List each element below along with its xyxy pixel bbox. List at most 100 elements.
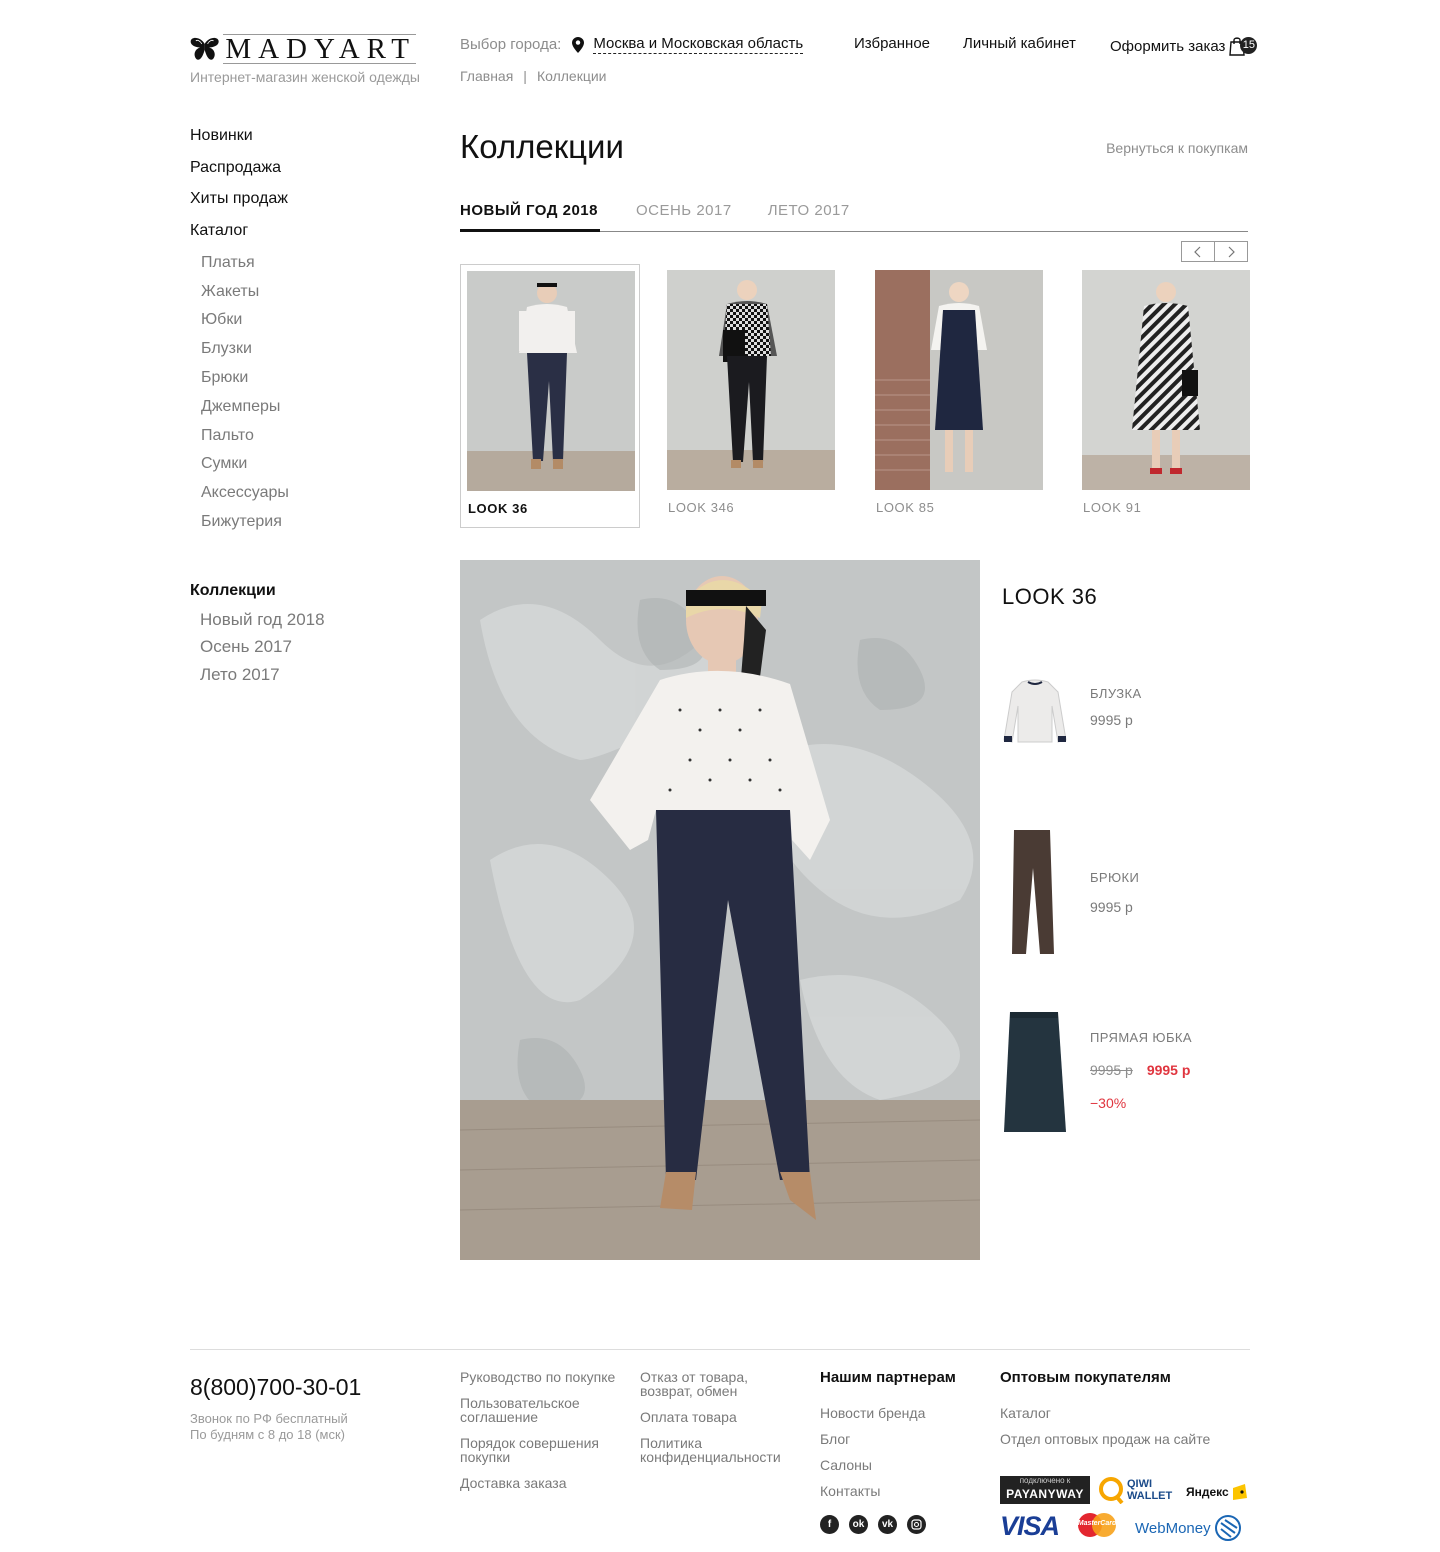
- look-card[interactable]: LOOK 346: [661, 264, 841, 528]
- product-name[interactable]: БРЮКИ: [1090, 870, 1139, 885]
- chevron-left-icon[interactable]: [1182, 242, 1214, 261]
- footer-link[interactable]: Каталог: [1000, 1406, 1250, 1420]
- footer-link[interactable]: Отказ от товара, возврат, обмен: [640, 1370, 800, 1398]
- footer-link[interactable]: Отдел оптовых продаж на сайте: [1000, 1432, 1250, 1446]
- sidebar-item-coats[interactable]: Пальто: [190, 426, 430, 455]
- breadcrumb-home[interactable]: Главная: [460, 68, 513, 84]
- sidebar-item-jumpers[interactable]: Джемперы: [190, 397, 430, 426]
- back-to-shopping-link[interactable]: Вернуться к покупкам: [1106, 140, 1248, 156]
- product-trousers[interactable]: БРЮКИ 9995 р: [1000, 828, 1250, 958]
- tab-summer-2017[interactable]: ЛЕТО 2017: [768, 200, 850, 232]
- breadcrumb-separator: |: [523, 68, 527, 84]
- sidebar-item-trousers[interactable]: Брюки: [190, 368, 430, 397]
- product-straight-skirt[interactable]: ПРЯМАЯ ЮБКА 9995 р 9995 р −30%: [1000, 1008, 1250, 1138]
- sidebar-item-sale[interactable]: Распродажа: [190, 158, 430, 190]
- footer-link[interactable]: Новости бренда: [820, 1406, 980, 1420]
- tab-autumn-2017[interactable]: ОСЕНЬ 2017: [636, 200, 732, 232]
- footer-heading[interactable]: Нашим партнерам: [820, 1370, 980, 1386]
- collection-tabs: НОВЫЙ ГОД 2018 ОСЕНЬ 2017 ЛЕТО 2017: [460, 200, 1248, 232]
- yandex-money-logo: Яндекс: [1186, 1482, 1249, 1502]
- footer-link[interactable]: Салоны: [820, 1458, 980, 1472]
- footer-link[interactable]: Оплата товара: [640, 1410, 800, 1424]
- qiwi-text: QIWI WALLET: [1127, 1478, 1173, 1502]
- sidebar-item-bags[interactable]: Сумки: [190, 454, 430, 483]
- footer-link[interactable]: Доставка заказа: [460, 1476, 620, 1490]
- tagline: Интернет-магазин женской одежды: [190, 69, 420, 85]
- footer-link[interactable]: Политика конфиденциальности: [640, 1436, 800, 1464]
- footer-col-wholesale: Оптовым покупателям Каталог Отдел оптовы…: [1000, 1370, 1250, 1458]
- visa-logo: VISA: [1000, 1511, 1060, 1541]
- payanyway-logo: подключено к PAYANYWAY: [1000, 1476, 1090, 1504]
- sidebar-collection-autumn2017[interactable]: Осень 2017: [190, 637, 430, 665]
- sidebar-item-new[interactable]: Новинки: [190, 126, 430, 158]
- look-label: LOOK 346: [668, 500, 735, 515]
- webmoney-text: WebMoney: [1135, 1519, 1211, 1537]
- sidebar-item-accessories[interactable]: Аксессуары: [190, 483, 430, 512]
- mastercard-text: MasterCard: [1077, 1520, 1117, 1527]
- sidebar-item-skirts[interactable]: Юбки: [190, 310, 430, 339]
- product-blouse[interactable]: БЛУЗКА 9995 р: [1000, 678, 1250, 748]
- look-label: LOOK 91: [1083, 500, 1142, 515]
- footer-divider: [190, 1349, 1250, 1350]
- globe-icon: [1214, 1515, 1241, 1541]
- footer-link[interactable]: Контакты: [820, 1484, 980, 1498]
- sidebar-item-blouses[interactable]: Блузки: [190, 339, 430, 368]
- product-price: 9995 р: [1090, 712, 1133, 728]
- qiwi-logo: QIWI WALLET: [1098, 1476, 1175, 1504]
- look-thumbnail: [467, 271, 635, 491]
- footer-link[interactable]: Блог: [820, 1432, 980, 1446]
- look-thumbnail: [875, 270, 1043, 490]
- footer-link[interactable]: Порядок совершения покупки: [460, 1436, 620, 1464]
- breadcrumb: Главная | Коллекции: [460, 68, 606, 84]
- product-name[interactable]: БЛУЗКА: [1090, 686, 1142, 701]
- cabinet-link[interactable]: Личный кабинет: [963, 35, 1076, 52]
- footer-col-partners: Нашим партнерам Новости бренда Блог Сало…: [820, 1370, 980, 1510]
- mastercard-logo: MasterCard: [1076, 1512, 1118, 1538]
- look-label: LOOK 85: [876, 500, 935, 515]
- logo[interactable]: MADYART Интернет-магазин женской одежды: [190, 32, 420, 85]
- city-selector[interactable]: Выбор города: Москва и Московская област…: [460, 35, 804, 54]
- webmoney-logo: WebMoney: [1135, 1515, 1241, 1541]
- city-value[interactable]: Москва и Московская область: [593, 35, 804, 54]
- page-title: Коллекции: [460, 128, 624, 165]
- breadcrumb-current[interactable]: Коллекции: [537, 68, 607, 84]
- footer-link[interactable]: Руководство по покупке: [460, 1370, 620, 1384]
- tab-new-year-2018[interactable]: НОВЫЙ ГОД 2018: [460, 200, 600, 232]
- sidebar-item-catalog[interactable]: Каталог: [190, 221, 430, 253]
- vk-icon[interactable]: vk: [878, 1515, 897, 1534]
- instagram-icon[interactable]: [907, 1515, 926, 1534]
- favorites-link[interactable]: Избранное: [854, 35, 930, 52]
- chevron-right-icon[interactable]: [1214, 242, 1247, 261]
- look-card[interactable]: LOOK 91: [1076, 264, 1256, 528]
- facebook-icon[interactable]: f: [820, 1515, 839, 1534]
- cart-count-badge: 15: [1240, 37, 1258, 54]
- product-name[interactable]: ПРЯМАЯ ЮБКА: [1090, 1030, 1192, 1045]
- sidebar-item-jewelry[interactable]: Бижутерия: [190, 512, 430, 541]
- current-look-title: LOOK 36: [1002, 584, 1098, 609]
- sidebar-item-dresses[interactable]: Платья: [190, 253, 430, 282]
- footer-col-help: Руководство по покупке Пользовательское …: [460, 1370, 620, 1502]
- footer-link[interactable]: Пользовательское соглашение: [460, 1396, 620, 1424]
- sidebar-collection-ny2018[interactable]: Новый год 2018: [190, 610, 430, 638]
- look-card[interactable]: LOOK 85: [869, 264, 1049, 528]
- discount-badge: −30%: [1090, 1095, 1127, 1111]
- sidebar-item-jackets[interactable]: Жакеты: [190, 282, 430, 311]
- sidebar-item-hits[interactable]: Хиты продаж: [190, 189, 430, 221]
- sidebar-collections-title[interactable]: Коллекции: [190, 582, 430, 610]
- sidebar-collection-summer2017[interactable]: Лето 2017: [190, 665, 430, 693]
- look-card[interactable]: LOOK 36: [460, 264, 640, 528]
- footer-phone[interactable]: 8(800)700-30-01: [190, 1374, 361, 1401]
- checkout-label: Оформить заказ: [1110, 37, 1226, 55]
- location-pin-icon: [572, 36, 585, 53]
- sidebar: Новинки Распродажа Хиты продаж Каталог П…: [190, 126, 430, 692]
- footer-phone-note: Звонок по РФ бесплатный По будням с 8 до…: [190, 1411, 390, 1443]
- product-price: 9995 р: [1090, 899, 1133, 915]
- phone-note-line: По будням с 8 до 18 (мск): [190, 1427, 346, 1442]
- city-label: Выбор города:: [460, 36, 562, 53]
- odnoklassniki-icon[interactable]: ok: [849, 1515, 868, 1534]
- footer-heading[interactable]: Оптовым покупателям: [1000, 1370, 1250, 1386]
- payanyway-text: PAYANYWAY: [1006, 1487, 1084, 1501]
- checkout-link[interactable]: Оформить заказ 15: [1110, 35, 1258, 57]
- logo-text: MADYART: [223, 33, 416, 65]
- social-links: f ok vk: [820, 1515, 926, 1534]
